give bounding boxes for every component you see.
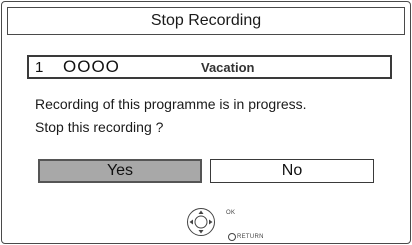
dpad-ok-icon: [187, 208, 215, 236]
programme-info: 1 OOOO Vacation: [27, 55, 392, 79]
message-line-1: Recording of this programme is in progre…: [35, 96, 307, 112]
return-button-icon: [228, 233, 236, 241]
message-line-2: Stop this recording ?: [35, 119, 164, 135]
remote-hint: OK RETURN: [186, 207, 276, 241]
no-button[interactable]: No: [210, 159, 374, 183]
yes-button[interactable]: Yes: [38, 159, 202, 183]
return-hint-label: RETURN: [237, 234, 264, 240]
programme-title: Vacation: [201, 60, 255, 75]
programme-time: OOOO: [63, 57, 120, 76]
stop-recording-dialog: Stop Recording 1 OOOO Vacation Recording…: [1, 1, 411, 244]
dialog-title: Stop Recording: [150, 12, 262, 29]
dialog-title-bar: Stop Recording: [7, 7, 405, 35]
programme-number: 1: [35, 59, 44, 76]
ok-hint-label: OK: [226, 210, 236, 216]
